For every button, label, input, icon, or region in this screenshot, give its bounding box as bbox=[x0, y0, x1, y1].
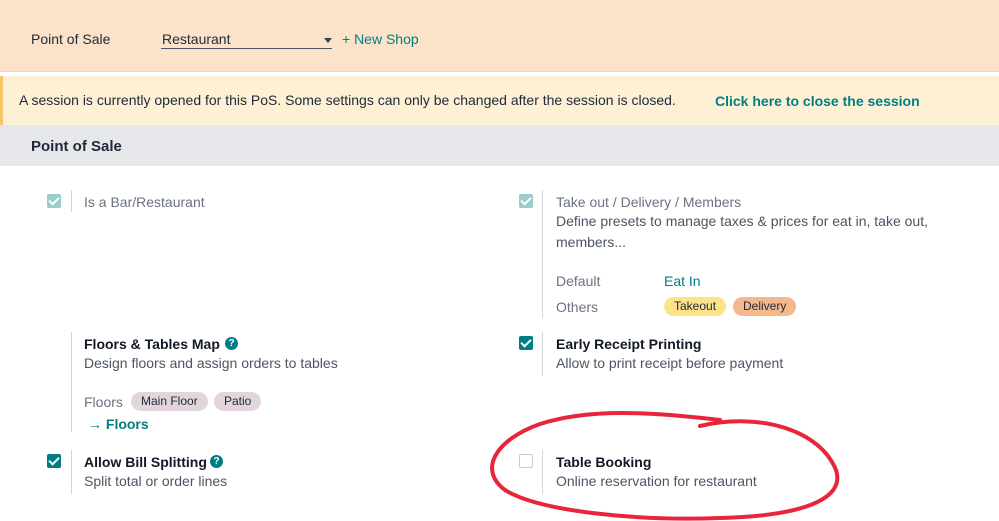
table-booking-description: Online reservation for restaurant bbox=[556, 473, 757, 489]
floor-tag-main-floor: Main Floor bbox=[131, 392, 208, 411]
preset-tag-takeout: Takeout bbox=[664, 297, 727, 316]
takeout-checkbox[interactable] bbox=[519, 194, 533, 208]
setting-divider bbox=[542, 190, 543, 318]
new-shop-button[interactable]: + New Shop bbox=[342, 31, 419, 47]
floors-label: Floors & Tables Map bbox=[84, 336, 220, 352]
setting-divider bbox=[542, 450, 543, 494]
help-icon[interactable]: ? bbox=[225, 337, 238, 350]
floors-link[interactable]: → Floors bbox=[88, 416, 149, 432]
early-receipt-label: Early Receipt Printing bbox=[556, 336, 702, 352]
floors-key: Floors bbox=[84, 394, 123, 410]
section-header: Point of Sale bbox=[0, 125, 999, 166]
early-receipt-description: Allow to print receipt before payment bbox=[556, 355, 784, 371]
setting-divider bbox=[542, 332, 543, 376]
floors-link-label: Floors bbox=[105, 416, 149, 432]
dropdown-caret-icon bbox=[324, 38, 332, 43]
bar-restaurant-label: Is a Bar/Restaurant bbox=[84, 194, 205, 210]
arrow-right-icon: → bbox=[88, 416, 106, 432]
close-session-link[interactable]: Click here to close the session bbox=[715, 93, 920, 109]
bill-splitting-description: Split total or order lines bbox=[84, 473, 228, 489]
setting-divider bbox=[71, 450, 72, 494]
takeout-description: Define presets to manage taxes & prices … bbox=[556, 213, 928, 250]
bill-splitting-label: Allow Bill Splitting bbox=[84, 454, 207, 470]
session-alert: A session is currently opened for this P… bbox=[0, 76, 999, 125]
takeout-label: Take out / Delivery / Members bbox=[556, 194, 742, 210]
table-booking-checkbox[interactable] bbox=[519, 454, 533, 468]
default-preset-value[interactable]: Eat In bbox=[664, 273, 701, 289]
preset-tag-delivery: Delivery bbox=[733, 297, 797, 316]
section-title: Point of Sale bbox=[31, 138, 122, 155]
bill-splitting-checkbox[interactable] bbox=[47, 454, 61, 468]
setting-divider bbox=[71, 190, 72, 212]
shop-select-value: Restaurant bbox=[162, 31, 231, 47]
help-icon[interactable]: ? bbox=[210, 455, 223, 468]
floor-tag-patio: Patio bbox=[214, 392, 262, 411]
floors-description: Design floors and assign orders to table… bbox=[84, 355, 338, 371]
app-title: Point of Sale bbox=[31, 31, 111, 47]
other-presets-key: Others bbox=[556, 299, 599, 315]
bar-restaurant-checkbox[interactable] bbox=[47, 194, 61, 208]
setting-divider bbox=[71, 332, 72, 432]
control-panel: Point of Sale Restaurant + New Shop bbox=[0, 0, 999, 72]
early-receipt-checkbox[interactable] bbox=[519, 336, 533, 350]
shop-select[interactable]: Restaurant bbox=[161, 29, 332, 49]
alert-message: A session is currently opened for this P… bbox=[19, 92, 676, 108]
default-preset-key: Default bbox=[556, 273, 601, 289]
table-booking-label: Table Booking bbox=[556, 454, 652, 470]
